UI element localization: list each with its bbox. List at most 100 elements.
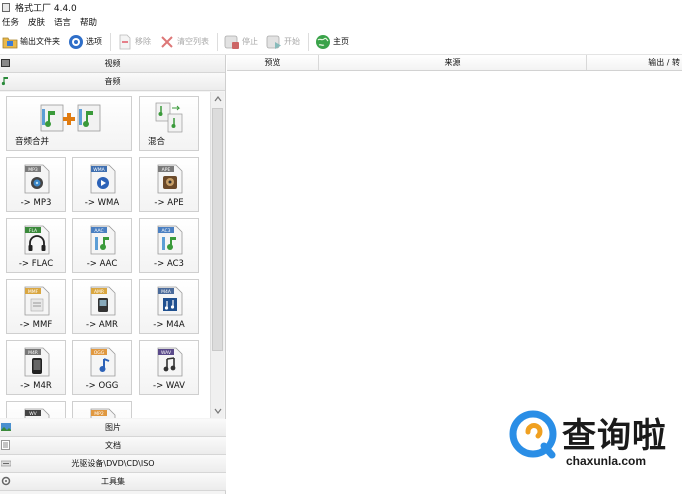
toolbar: 输出文件夹 选项 移除 清空列表 停止 开始 主页 (0, 29, 682, 55)
start-label: 开始 (284, 37, 300, 46)
options-label: 选项 (86, 37, 102, 46)
menu-help[interactable]: 帮助 (80, 16, 97, 28)
aac-badge: AAC (94, 228, 103, 234)
output-folder-button[interactable]: 输出文件夹 (2, 31, 60, 53)
wav-badge: WAV (161, 350, 172, 356)
options-button[interactable]: 选项 (68, 31, 102, 53)
mp3-badge: MP3 (28, 167, 38, 173)
mmf-file-icon: MMF (24, 286, 50, 316)
scroll-up-icon[interactable] (214, 95, 222, 103)
category-picture[interactable]: 图片 (0, 419, 226, 437)
tile-flac-label: -> FLAC (18, 259, 54, 269)
aac-file-icon: AAC (90, 225, 116, 255)
stop-button[interactable]: 停止 (224, 31, 258, 53)
home-button[interactable]: 主页 (315, 31, 349, 53)
tile-mp2[interactable]: MP2 (72, 401, 132, 418)
clear-icon (159, 34, 175, 50)
tile-wma-label: -> WMA (84, 198, 120, 208)
remove-button[interactable]: 移除 (117, 31, 151, 53)
mp3-file-icon: MP3 (24, 164, 50, 194)
grid-scrollbar[interactable] (210, 92, 224, 418)
column-source[interactable]: 来源 (319, 55, 587, 70)
category-video-label: 视频 (104, 59, 121, 68)
category-video[interactable]: 视频 (0, 55, 225, 73)
mmf-badge: MMF (28, 289, 39, 295)
picture-icon (1, 422, 11, 432)
toolbar-separator (217, 32, 218, 51)
stop-icon (224, 34, 240, 50)
clear-list-button[interactable]: 清空列表 (159, 31, 209, 53)
toolbar-separator (110, 32, 111, 51)
tile-mmf-label: -> MMF (19, 320, 53, 330)
disc-drive-icon (0, 458, 12, 468)
audio-merge-icon (40, 104, 101, 132)
tile-ogg[interactable]: OGG -> OGG (72, 340, 132, 395)
tile-m4a-label: -> M4A (153, 320, 185, 330)
tile-ac3-label: -> AC3 (154, 259, 184, 269)
category-tools[interactable]: 工具集 (0, 473, 226, 491)
menu-skin[interactable]: 皮肤 (28, 16, 45, 28)
watermark: 查询啦 chaxunla.com (506, 406, 682, 476)
tile-aac[interactable]: AAC -> AAC (72, 218, 132, 273)
m4r-file-icon: M4R (24, 347, 50, 377)
tile-m4r-label: -> M4R (20, 381, 52, 391)
scrollbar-thumb[interactable] (212, 108, 223, 351)
start-icon (266, 34, 282, 50)
column-preview[interactable]: 预览 (227, 55, 319, 70)
tile-wma[interactable]: WMA -> WMA (72, 157, 132, 212)
tile-mp3[interactable]: MP3 -> MP3 (6, 157, 66, 212)
tile-ogg-label: -> OGG (85, 381, 119, 391)
tile-audio-merge[interactable]: 音频合并 (6, 96, 132, 151)
app-icon (2, 2, 10, 12)
home-label: 主页 (333, 37, 349, 46)
wma-badge: WMA (93, 167, 105, 173)
flac-file-icon: FLA (24, 225, 50, 255)
tile-ac3[interactable]: AC3 -> AC3 (139, 218, 199, 273)
tile-amr-label: -> AMR (86, 320, 118, 330)
category-picture-label: 图片 (105, 423, 121, 432)
globe-icon (315, 34, 331, 50)
ogg-file-icon: OGG (90, 347, 116, 377)
tile-flac[interactable]: FLA -> FLAC (6, 218, 66, 273)
category-rom-label: 光驱设备\DVD\CD\ISO (71, 459, 155, 468)
tile-ape[interactable]: APE -> APE (139, 157, 199, 212)
category-document[interactable]: 文档 (0, 437, 226, 455)
menu-task[interactable]: 任务 (2, 16, 19, 28)
tile-mp3-label: -> MP3 (20, 198, 52, 208)
ac3-badge: AC3 (161, 228, 170, 234)
amr-badge: AMR (94, 289, 104, 295)
category-panel: 视频 音频 音频合并 混合 MP3 -> MP3 WMA -> WMA APE … (0, 55, 226, 494)
tile-m4a[interactable]: M4A -> M4A (139, 279, 199, 334)
start-button[interactable]: 开始 (266, 31, 300, 53)
scroll-down-icon[interactable] (214, 407, 222, 415)
category-audio[interactable]: 音频 (0, 73, 225, 91)
folder-icon (2, 34, 18, 50)
tile-mmf[interactable]: MMF -> MMF (6, 279, 66, 334)
category-tools-label: 工具集 (101, 477, 125, 486)
watermark-text: 查询啦 (562, 416, 667, 456)
tile-wv[interactable]: WV (6, 401, 66, 418)
task-list-header: 预览 来源 输出 / 转 (227, 55, 682, 71)
menu-bar: 任务 皮肤 语言 帮助 (0, 14, 682, 29)
audio-tool-grid: 音频合并 混合 MP3 -> MP3 WMA -> WMA APE -> APE… (0, 92, 210, 418)
tile-m4r[interactable]: M4R -> M4R (6, 340, 66, 395)
tile-wav-label: -> WAV (153, 381, 185, 391)
menu-language[interactable]: 语言 (54, 16, 71, 28)
category-rom[interactable]: 光驱设备\DVD\CD\ISO (0, 455, 226, 473)
bottom-categories: 图片 文档 光驱设备\DVD\CD\ISO 工具集 (0, 419, 226, 491)
wav-file-icon: WAV (157, 347, 183, 377)
tile-wav[interactable]: WAV -> WAV (139, 340, 199, 395)
column-output[interactable]: 输出 / 转 (587, 55, 682, 70)
remove-label: 移除 (135, 37, 151, 46)
mp2-file-icon: MP2 (90, 408, 116, 418)
document-icon (117, 34, 133, 50)
tile-aac-label: -> AAC (86, 259, 118, 269)
ac3-file-icon: AC3 (157, 225, 183, 255)
clear-list-label: 清空列表 (177, 37, 209, 46)
tile-amr[interactable]: AMR -> AMR (72, 279, 132, 334)
video-icon (1, 58, 10, 68)
window-title: 格式工厂 4.4.0 (15, 3, 77, 14)
tile-audio-merge-label: 音频合并 (15, 137, 50, 147)
m4a-file-icon: M4A (157, 286, 183, 316)
tile-mix[interactable]: 混合 (139, 96, 199, 151)
